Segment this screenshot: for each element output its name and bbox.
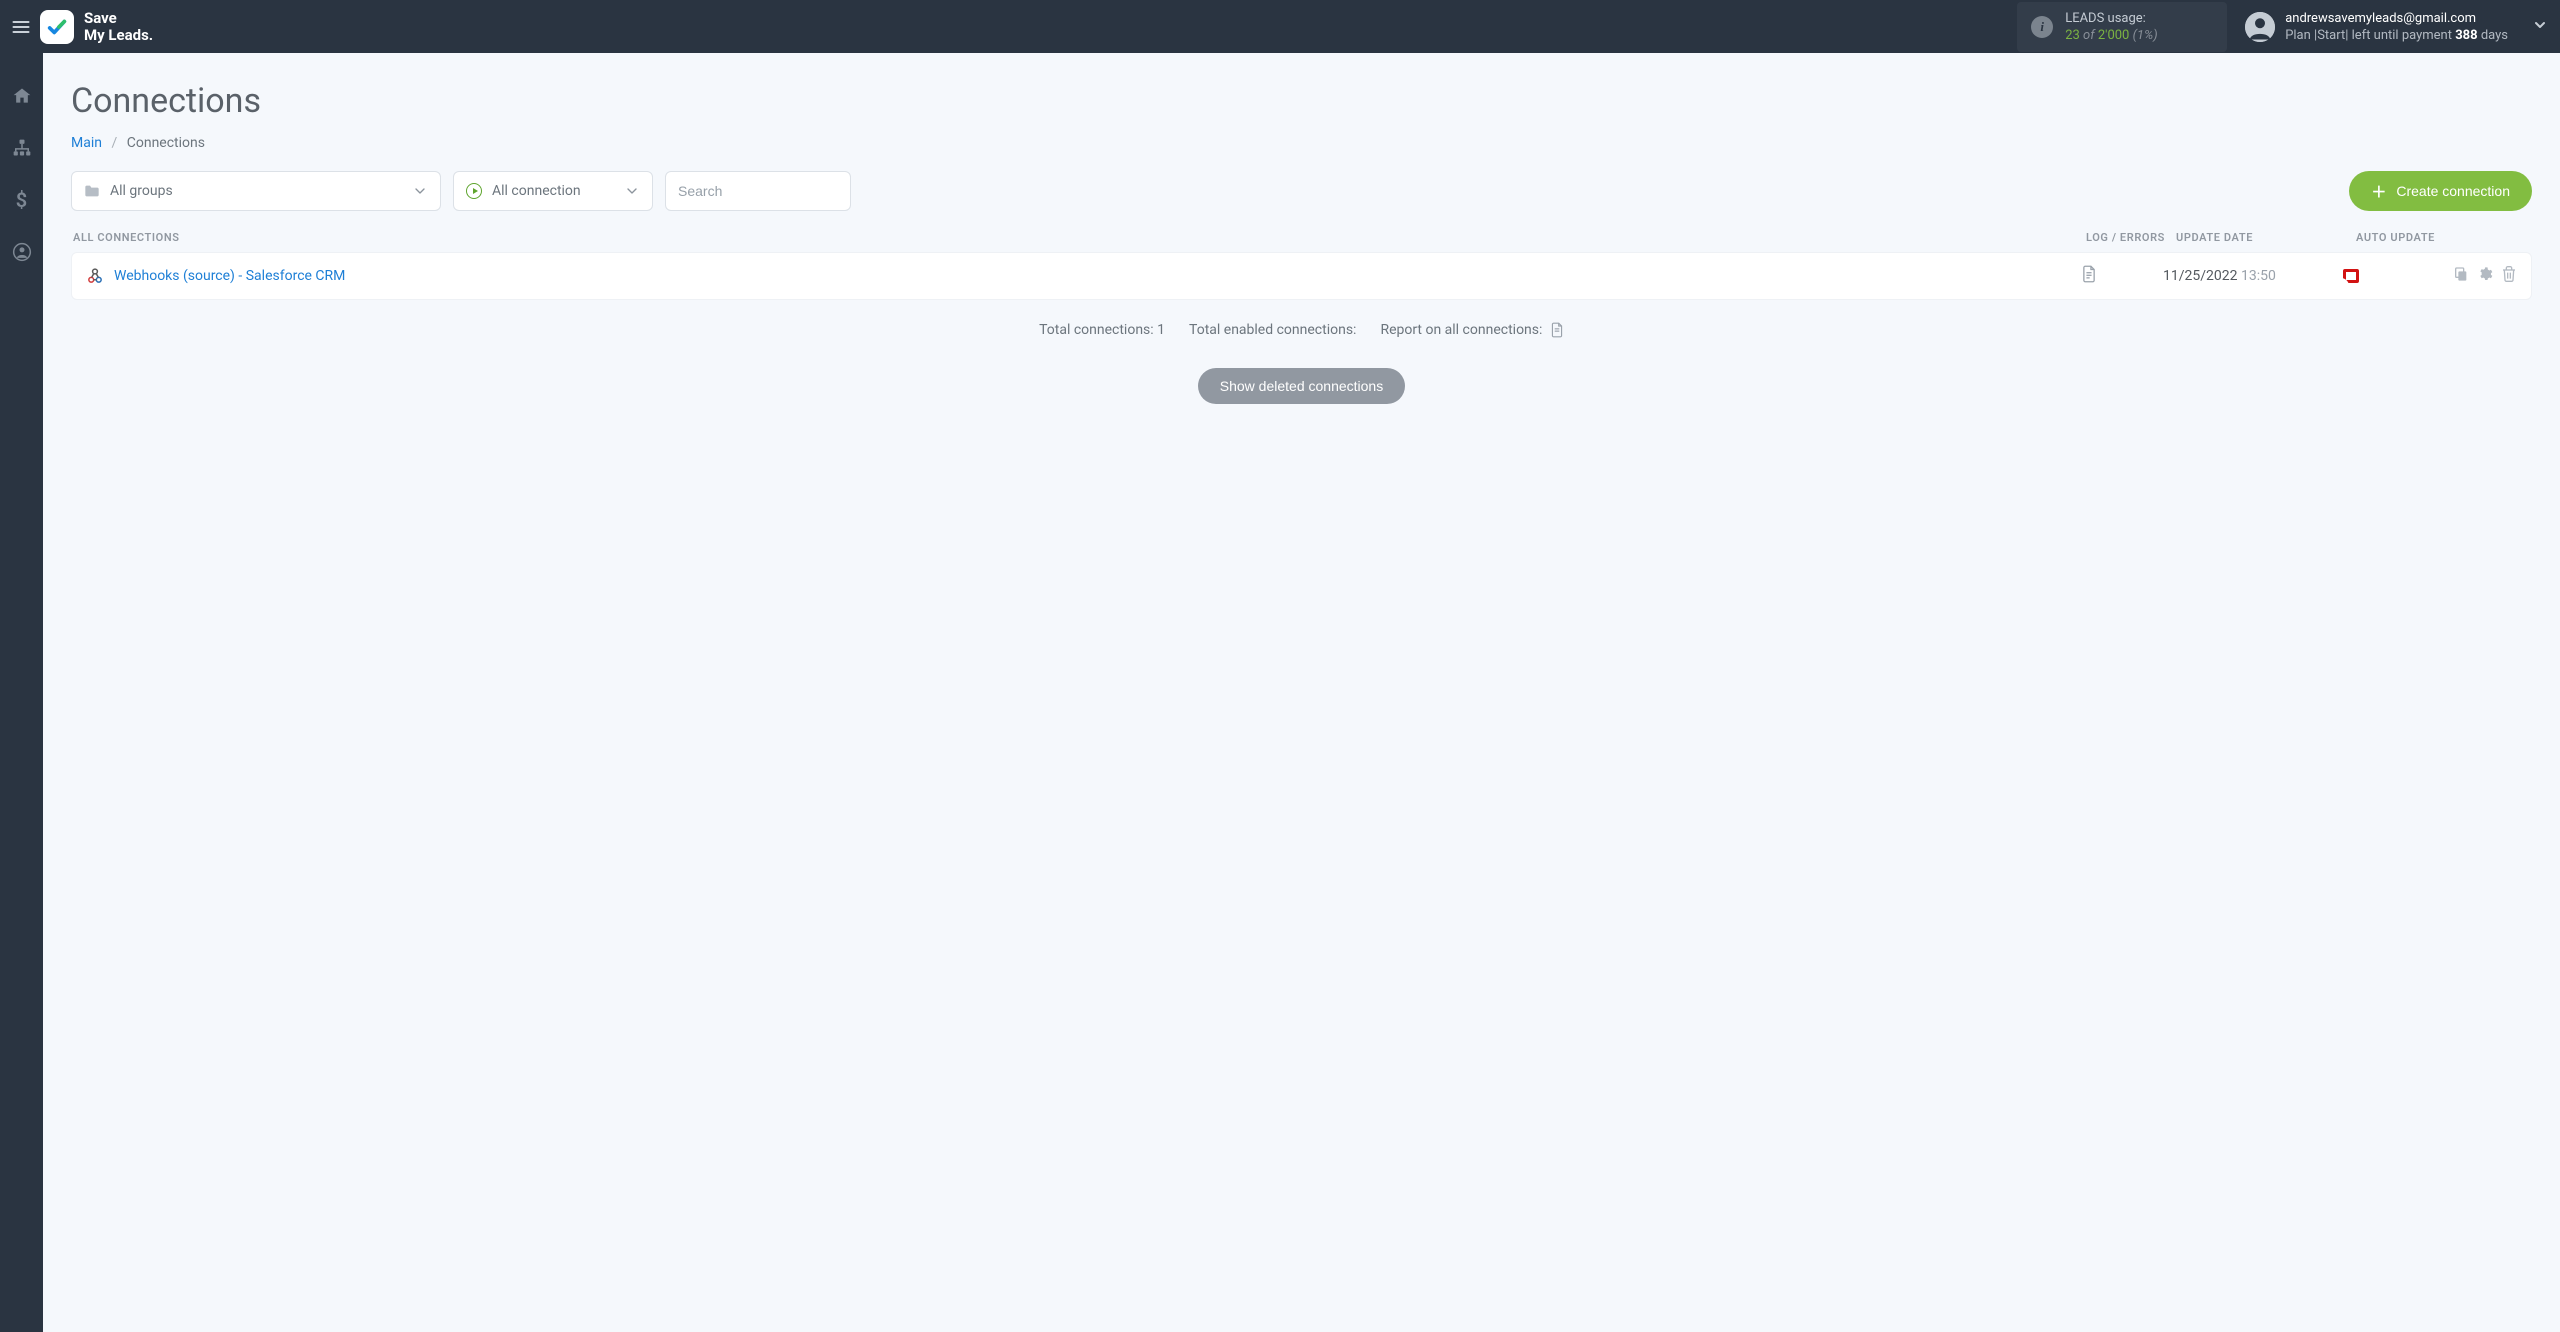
dollar-icon: $ (16, 188, 27, 212)
summary-row: Total connections: 1 Total enabled conne… (71, 322, 2532, 338)
user-email: andrewsavemyleads@gmail.com (2285, 10, 2508, 27)
col-auto-update: AUTO UPDATE (2356, 231, 2450, 244)
sidebar-item-billing[interactable]: $ (0, 183, 43, 217)
play-circle-icon (466, 183, 482, 199)
chevron-down-icon (412, 183, 428, 199)
breadcrumb-separator: / (111, 135, 117, 151)
breadcrumb: Main / Connections (71, 135, 2532, 151)
chevron-down-icon (624, 183, 640, 199)
filter-row: All groups All connection ＋ Create conne… (71, 171, 2532, 211)
groups-select[interactable]: All groups (71, 171, 441, 211)
page-title: Connections (71, 81, 2532, 121)
sidebar-item-account[interactable] (0, 235, 43, 269)
usage-total: 2'000 (2098, 28, 2130, 43)
brand-line2: My Leads. (84, 27, 153, 44)
copy-button[interactable] (2453, 266, 2469, 286)
document-icon (1550, 322, 1564, 338)
total-connections: Total connections: 1 (1039, 322, 1165, 338)
create-connection-button[interactable]: ＋ Create connection (2349, 171, 2532, 211)
time-value: 13:50 (2241, 268, 2276, 284)
home-icon (12, 86, 32, 106)
sidebar-item-home[interactable] (0, 79, 43, 113)
plan-days-suffix: days (2478, 28, 2508, 43)
usage-used: 23 (2065, 28, 2080, 43)
connection-row: Webhooks (source) - Salesforce CRM 11/25… (71, 252, 2532, 300)
app-logo (40, 10, 74, 44)
table-header: ALL CONNECTIONS LOG / ERRORS UPDATE DATE… (71, 231, 2532, 252)
delete-button[interactable] (2501, 266, 2517, 286)
usage-label: LEADS usage: (2065, 10, 2157, 27)
leads-usage-box: i LEADS usage: 23 of 2'000 (1%) (2017, 2, 2227, 52)
sitemap-icon (12, 138, 32, 158)
avatar (2245, 12, 2275, 42)
status-select[interactable]: All connection (453, 171, 653, 211)
plan-prefix: Plan |Start| left until payment (2285, 28, 2455, 43)
col-all-connections: ALL CONNECTIONS (73, 231, 2086, 244)
col-log-errors: LOG / ERRORS (2086, 231, 2176, 244)
brand-name: Save My Leads. (84, 10, 153, 44)
report-all: Report on all connections: (1380, 322, 1563, 338)
main-content: Connections Main / Connections All group… (43, 53, 2560, 1332)
usage-of: of (2083, 28, 2095, 43)
user-menu[interactable]: andrewsavemyleads@gmail.com Plan |Start|… (2245, 10, 2548, 44)
search-box[interactable] (665, 171, 851, 211)
user-circle-icon (12, 242, 32, 262)
groups-label: All groups (110, 183, 173, 199)
topbar: Save My Leads. i LEADS usage: 23 of 2'00… (0, 0, 2560, 53)
breadcrumb-current: Connections (127, 135, 205, 151)
trash-icon (2501, 266, 2517, 282)
sidebar: $ (0, 53, 43, 1332)
connection-link[interactable]: Webhooks (source) - Salesforce CRM (114, 268, 345, 284)
webhook-icon (86, 267, 104, 285)
sidebar-item-connections[interactable] (0, 131, 43, 165)
plan-days: 388 (2455, 28, 2477, 43)
col-update-date: UPDATE DATE (2176, 231, 2356, 244)
info-icon: i (2031, 16, 2053, 38)
settings-button[interactable] (2477, 266, 2493, 286)
folder-icon (84, 184, 100, 198)
total-enabled: Total enabled connections: (1189, 322, 1356, 338)
auto-update-highlight (2343, 269, 2359, 283)
user-icon (2245, 12, 2275, 42)
date-value: 11/25/2022 (2163, 268, 2238, 284)
logo-check-icon (46, 16, 68, 38)
show-deleted-button[interactable]: Show deleted connections (1198, 368, 1405, 404)
copy-icon (2453, 266, 2469, 282)
update-date: 11/25/2022 13:50 (2163, 268, 2343, 284)
menu-toggle-button[interactable] (8, 14, 34, 40)
report-button[interactable] (1550, 322, 1564, 338)
log-button[interactable] (2081, 265, 2097, 287)
brand-line1: Save (84, 10, 153, 27)
user-text: andrewsavemyleads@gmail.com Plan |Start|… (2285, 10, 2508, 44)
chevron-down-icon[interactable] (2532, 17, 2548, 37)
create-connection-label: Create connection (2396, 183, 2510, 199)
search-input[interactable] (678, 183, 838, 199)
plus-icon: ＋ (2371, 181, 2386, 202)
status-label: All connection (492, 183, 581, 199)
row-actions (2437, 266, 2517, 286)
usage-text: LEADS usage: 23 of 2'000 (1%) (2065, 10, 2157, 44)
toggle-knob (2333, 278, 2349, 294)
usage-pct: (1%) (2133, 28, 2158, 43)
gear-icon (2477, 266, 2493, 282)
document-icon (2081, 265, 2097, 283)
breadcrumb-main[interactable]: Main (71, 135, 102, 151)
